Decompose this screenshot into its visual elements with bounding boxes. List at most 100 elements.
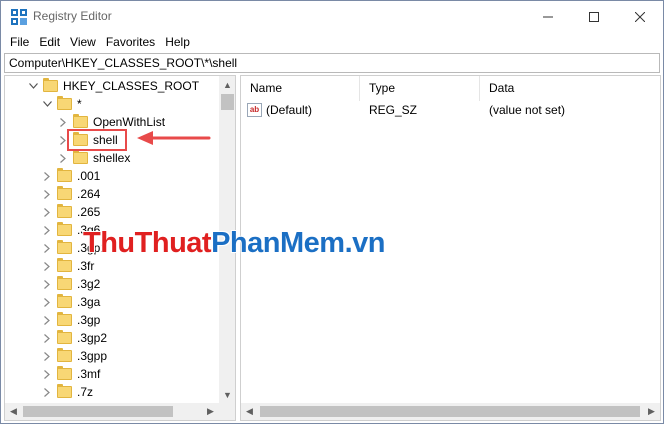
tree-item-label: .3ga bbox=[77, 295, 101, 309]
tree-item-extension[interactable]: .001 bbox=[41, 167, 100, 185]
window-title: Registry Editor bbox=[33, 9, 112, 23]
tree-item-label: shellex bbox=[93, 151, 131, 165]
chevron-right-icon[interactable] bbox=[41, 170, 53, 182]
menu-favorites[interactable]: Favorites bbox=[101, 32, 160, 53]
watermark-text: Thuat bbox=[134, 227, 212, 259]
tree-item-label: .3fr bbox=[77, 259, 95, 273]
chevron-right-icon[interactable] bbox=[57, 116, 69, 128]
folder-icon bbox=[57, 168, 72, 182]
column-header-type[interactable]: Type bbox=[360, 76, 480, 101]
chevron-right-icon[interactable] bbox=[41, 350, 53, 362]
folder-icon bbox=[73, 114, 88, 128]
folder-icon bbox=[57, 258, 72, 272]
tree-item-extension[interactable]: .3ga bbox=[41, 293, 100, 311]
tree-item-extension[interactable]: .3gp2 bbox=[41, 329, 107, 347]
scroll-down-icon[interactable]: ▼ bbox=[219, 386, 235, 403]
tree-item-extension[interactable]: .3gpp bbox=[41, 347, 107, 365]
value-row[interactable]: ab (Default) REG_SZ (value not set) bbox=[241, 101, 660, 119]
tree-item-label: * bbox=[77, 97, 82, 111]
tree-item-label: .3gp bbox=[77, 313, 101, 327]
scroll-thumb[interactable] bbox=[23, 406, 173, 417]
watermark-text: Mem bbox=[280, 227, 345, 259]
folder-icon bbox=[73, 150, 88, 164]
folder-icon bbox=[57, 276, 72, 290]
registry-editor-window: Registry Editor File Edit View Favorites… bbox=[0, 0, 664, 424]
scroll-right-icon[interactable]: ▶ bbox=[643, 403, 660, 420]
column-header-name[interactable]: Name bbox=[241, 76, 360, 101]
address-bar[interactable]: Computer\HKEY_CLASSES_ROOT\*\shell bbox=[4, 53, 660, 73]
chevron-right-icon[interactable] bbox=[41, 314, 53, 326]
column-header-data[interactable]: Data bbox=[480, 76, 660, 101]
scroll-left-icon[interactable]: ◀ bbox=[5, 403, 22, 420]
menu-view[interactable]: View bbox=[65, 32, 101, 53]
folder-icon bbox=[57, 294, 72, 308]
tree-item-extension[interactable]: .3g2 bbox=[41, 275, 100, 293]
scroll-up-icon[interactable]: ▲ bbox=[219, 76, 235, 93]
tree-item-label: .3g2 bbox=[77, 277, 101, 291]
scrollbar-corner bbox=[219, 403, 235, 420]
tree-item-hkey-classes-root[interactable]: HKEY_CLASSES_ROOT bbox=[27, 77, 199, 95]
scroll-thumb[interactable] bbox=[260, 406, 640, 417]
ab-string-icon: ab bbox=[247, 103, 262, 117]
scroll-left-icon[interactable]: ◀ bbox=[241, 403, 258, 420]
scroll-thumb[interactable] bbox=[221, 94, 234, 110]
tree-item-label: OpenWithList bbox=[93, 115, 166, 129]
folder-icon bbox=[57, 240, 72, 254]
chevron-right-icon[interactable] bbox=[57, 152, 69, 164]
tree-item-extension[interactable]: .7z bbox=[41, 383, 93, 401]
selection-highlight-box bbox=[67, 129, 127, 151]
folder-icon bbox=[43, 78, 58, 92]
menu-file[interactable]: File bbox=[5, 32, 34, 53]
list-horizontal-scrollbar[interactable]: ◀ ▶ bbox=[241, 403, 660, 420]
menu-help[interactable]: Help bbox=[160, 32, 195, 53]
tree-item-label: .3mf bbox=[77, 367, 101, 381]
tree-item-extension[interactable]: .264 bbox=[41, 185, 100, 203]
value-name: (Default) bbox=[266, 103, 313, 117]
tree-item-shellex[interactable]: shellex bbox=[57, 149, 130, 167]
folder-icon bbox=[57, 312, 72, 326]
chevron-right-icon[interactable] bbox=[41, 332, 53, 344]
chevron-right-icon[interactable] bbox=[41, 188, 53, 200]
watermark-logo: ThuThuatPhanMem.vn bbox=[83, 227, 385, 260]
registry-editor-app-icon bbox=[11, 9, 27, 25]
value-data: (value not set) bbox=[489, 103, 566, 117]
minimize-button[interactable] bbox=[525, 1, 571, 32]
tree-item-extension[interactable]: .3mf bbox=[41, 365, 100, 383]
chevron-right-icon[interactable] bbox=[41, 296, 53, 308]
tree-item-star[interactable]: * bbox=[41, 95, 82, 113]
close-icon bbox=[635, 11, 645, 22]
tree-item-extension[interactable]: .3gp bbox=[41, 311, 100, 329]
scroll-right-icon[interactable]: ▶ bbox=[202, 403, 219, 420]
chevron-right-icon[interactable] bbox=[41, 206, 53, 218]
chevron-right-icon[interactable] bbox=[41, 368, 53, 380]
tree-item-label: HKEY_CLASSES_ROOT bbox=[63, 79, 200, 93]
maximize-button[interactable] bbox=[571, 1, 617, 32]
chevron-right-icon[interactable] bbox=[41, 260, 53, 272]
tree-horizontal-scrollbar[interactable]: ◀ ▶ bbox=[5, 403, 219, 420]
chevron-right-icon[interactable] bbox=[41, 278, 53, 290]
folder-icon bbox=[57, 96, 72, 110]
tree-item-label: .265 bbox=[77, 205, 101, 219]
tree-item-extension[interactable]: .265 bbox=[41, 203, 100, 221]
folder-icon bbox=[57, 348, 72, 362]
folder-icon bbox=[57, 366, 72, 380]
close-button[interactable] bbox=[617, 1, 663, 32]
chevron-right-icon[interactable] bbox=[41, 386, 53, 398]
chevron-down-icon[interactable] bbox=[27, 80, 39, 92]
minimize-icon bbox=[543, 16, 553, 17]
tree-item-label: .3gp2 bbox=[77, 331, 108, 345]
watermark-text: .vn bbox=[344, 227, 386, 259]
folder-icon bbox=[57, 330, 72, 344]
maximize-icon bbox=[589, 11, 599, 22]
chevron-right-icon[interactable] bbox=[41, 224, 53, 236]
tree-item-label: .264 bbox=[77, 187, 101, 201]
watermark-text: Phan bbox=[211, 227, 280, 259]
tree-item-label: .3gpp bbox=[77, 349, 108, 363]
folder-icon bbox=[57, 222, 72, 236]
chevron-down-icon[interactable] bbox=[41, 98, 53, 110]
menu-bar: File Edit View Favorites Help bbox=[1, 32, 663, 53]
value-type: REG_SZ bbox=[369, 103, 418, 117]
menu-edit[interactable]: Edit bbox=[34, 32, 65, 53]
chevron-right-icon[interactable] bbox=[41, 242, 53, 254]
tree-item-label: .7z bbox=[77, 385, 94, 399]
